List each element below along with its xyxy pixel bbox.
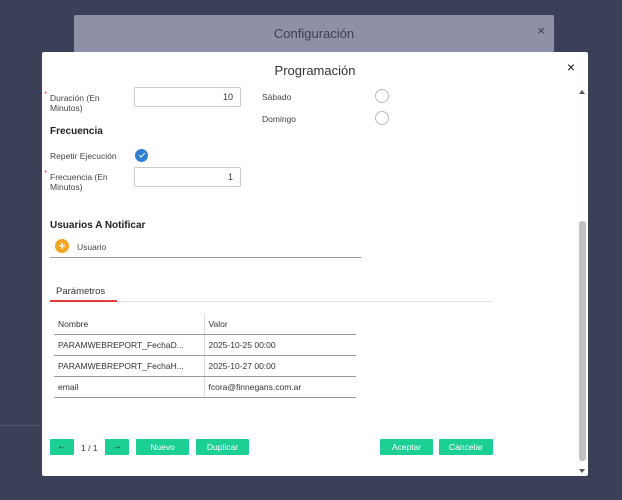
day-label-domingo: Domingo [262,114,297,124]
duracion-required-mark: * [44,90,48,99]
scroll-up-icon[interactable] [579,90,585,94]
cancelar-button[interactable]: Cancelar [439,439,493,455]
radio-sabado[interactable] [375,89,389,103]
frecuencia-section-title: Frecuencia [50,126,103,137]
usuarios-section-title: Usuarios A Notificar [50,220,146,231]
pager-text: 1 / 1 [81,443,98,453]
modal-body: * Duración (En Minutos) 10 Sábado Doming… [42,87,576,476]
column-header-nombre[interactable]: Nombre [54,314,205,335]
background-divider [0,425,40,426]
scroll-thumb[interactable] [579,221,586,461]
table-row[interactable]: email fcora@finnegans.com.ar [54,376,356,398]
param-name-cell[interactable]: email [54,376,205,398]
arrow-left-icon: ← [57,441,67,452]
tab-bar-line [117,301,493,302]
params-table: Nombre Valor PARAMWEBREPORT_FechaD... 20… [54,314,356,398]
next-page-button[interactable]: → [105,439,129,455]
usuario-divider [50,257,361,258]
scrollbar[interactable] [578,87,586,476]
param-value-cell[interactable]: fcora@finnegans.com.ar [204,376,356,398]
modal-title: Programación [274,63,356,78]
table-row[interactable]: PARAMWEBREPORT_FechaH... 2025-10-27 00:0… [54,355,356,377]
config-dialog-title: Configuración [273,26,355,41]
param-value-cell[interactable]: 2025-10-27 00:00 [204,355,356,377]
tab-active-indicator [50,300,117,302]
nuevo-button[interactable]: Nuevo [136,439,189,455]
repetir-checkbox[interactable] [135,149,148,162]
scroll-down-icon[interactable] [579,469,585,473]
frecuencia-required-mark: * [44,169,48,178]
table-row[interactable]: PARAMWEBREPORT_FechaD... 2025-10-25 00:0… [54,334,356,356]
params-table-header: Nombre Valor [54,314,356,335]
prev-page-button[interactable]: ← [50,439,74,455]
config-close-icon[interactable]: × [537,23,545,38]
frecuencia-input[interactable]: 1 [134,167,241,187]
param-name-cell[interactable]: PARAMWEBREPORT_FechaH... [54,355,205,377]
duracion-input[interactable]: 10 [134,87,241,107]
close-icon[interactable]: × [567,59,575,75]
duplicar-button[interactable]: Duplicar [196,439,249,455]
day-label-sabado: Sábado [262,92,292,102]
aceptar-button[interactable]: Aceptar [380,439,433,455]
frecuencia-label: Frecuencia (En Minutos) [50,172,108,192]
param-value-cell[interactable]: 2025-10-25 00:00 [204,334,356,356]
modal-header: Programación × [42,52,588,87]
radio-domingo[interactable] [375,111,389,125]
duracion-label: Duración (En Minutos) [50,93,100,113]
add-user-icon[interactable]: + [55,239,69,253]
param-name-cell[interactable]: PARAMWEBREPORT_FechaD... [54,334,205,356]
tab-parametros[interactable]: Parámetros [56,286,105,301]
arrow-right-icon: → [112,441,122,452]
repetir-label: Repetir Ejecución [50,151,117,161]
usuario-column-label: Usuario [77,242,107,252]
programacion-modal: Programación × * Duración (En Minutos) 1… [42,52,588,476]
check-icon [138,151,145,158]
column-header-valor[interactable]: Valor [204,314,356,335]
config-dialog: Configuración × [74,15,554,55]
